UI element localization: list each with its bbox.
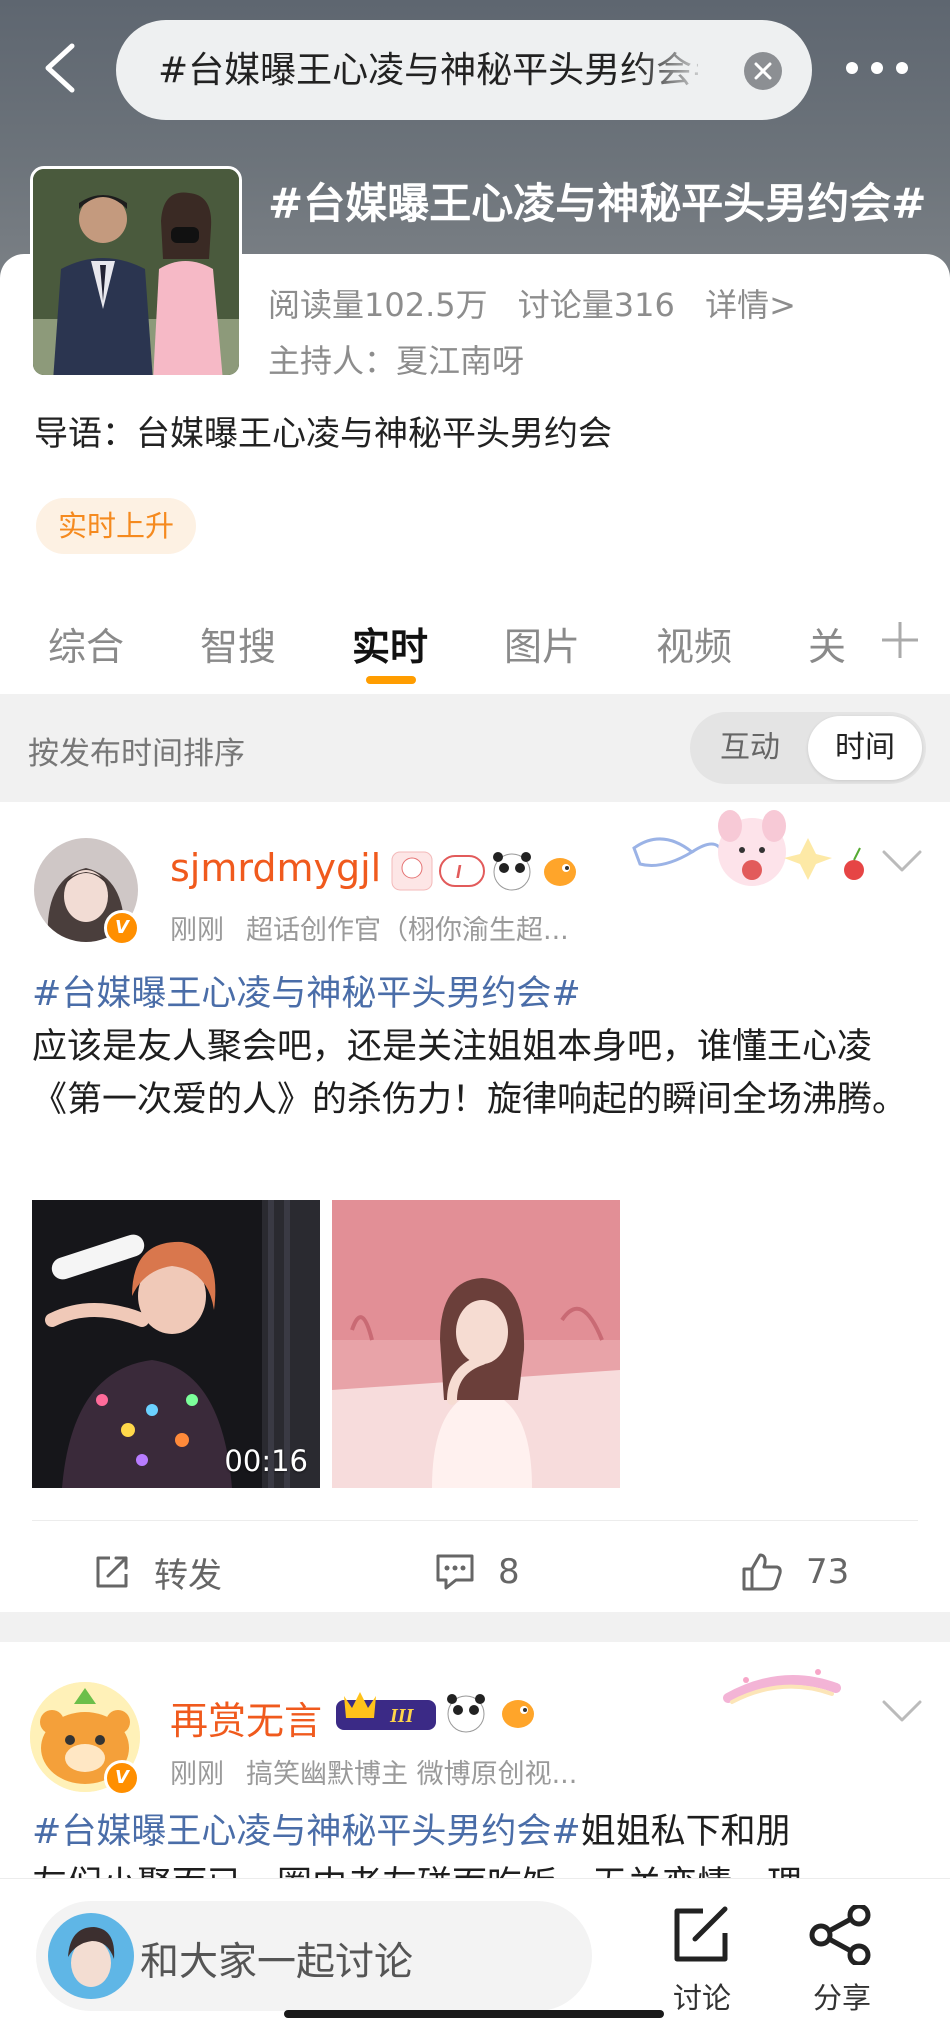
tab-realtime[interactable]: 实时 (352, 616, 428, 671)
search-input[interactable]: #台媒曝王心凌与神秘平头男约会# (116, 20, 812, 120)
chevron-down-icon (882, 1700, 922, 1722)
tab-smart-search[interactable]: 智搜 (200, 616, 276, 671)
sort-option-time[interactable]: 时间 (808, 716, 922, 780)
avatar-image (48, 1913, 134, 1999)
clear-search-button[interactable] (744, 52, 782, 90)
bottom-bar: 和大家一起讨论 讨论 分享 (0, 1878, 950, 2023)
post-body: #台媒曝王心凌与神秘平头男约会# 应该是友人聚会吧，还是关注姐姐本身吧，谁懂王心… (32, 968, 922, 1127)
post-topic-link[interactable]: #台媒曝王心凌与神秘平头男约会# (32, 968, 922, 1021)
comment-button[interactable]: 8 (434, 1544, 520, 1600)
share-icon (809, 1903, 871, 1967)
decoration-sticker (632, 810, 864, 886)
sort-bar: 按发布时间排序 互动 时间 (0, 694, 950, 802)
decoration-sticker (723, 1669, 841, 1704)
topic-stats: 阅读量102.5万 讨论量316 详情> (268, 280, 816, 326)
video-duration: 00:16 (224, 1444, 308, 1478)
back-button[interactable] (36, 38, 86, 98)
verified-badge-icon: V (104, 910, 140, 946)
comment-count: 8 (498, 1552, 520, 1592)
post-divider (32, 1520, 918, 1521)
trending-badge: 实时上升 (36, 498, 197, 554)
share-label: 分享 (812, 1981, 871, 2015)
post-video-thumbnail[interactable]: 00:16 (32, 1200, 320, 1488)
post-card[interactable]: V 再赏无言 III 刚刚 搞笑幽默博主 微博原创视... #台媒曝王心凌与神秘平… (0, 1642, 950, 1882)
user-badges-icon: I (391, 851, 576, 891)
post-meta: 刚刚 超话创作官（栩你渝生超... (170, 908, 569, 947)
post-content: 应该是友人聚会吧，还是关注姐姐本身吧，谁懂王心凌《第一次爱的人》的杀伤力！旋律响… (32, 1027, 908, 1120)
more-dot-icon (896, 62, 908, 74)
post-image-thumbnail[interactable] (332, 1200, 620, 1488)
post-time: 刚刚 (170, 915, 224, 946)
discussion-placeholder: 和大家一起讨论 (140, 1940, 414, 1985)
active-tab-indicator (366, 676, 416, 684)
tab-images[interactable]: 图片 (504, 616, 580, 671)
post-topic-link[interactable]: #台媒曝王心凌与神秘平头男约会# (32, 1812, 581, 1852)
chevron-down-icon (882, 850, 922, 872)
post-card[interactable]: V sjmrdmygjl I 刚刚 超话创作官（栩你渝生超... #台媒曝王心凌与… (0, 802, 950, 1612)
post-menu-button[interactable] (880, 848, 924, 876)
post-menu-button[interactable] (880, 1698, 924, 1726)
sort-toggle[interactable]: 互动 时间 (690, 712, 926, 784)
more-options-button[interactable] (842, 52, 912, 82)
post-photo-image (332, 1200, 620, 1488)
verified-badge-icon: V (104, 1760, 140, 1796)
post-actions: 转发 8 73 (0, 1544, 950, 1600)
plus-icon (882, 622, 918, 658)
like-button[interactable]: 73 (740, 1544, 849, 1600)
post-meta: 刚刚 搞笑幽默博主 微博原创视... (170, 1752, 577, 1791)
comment-icon (436, 1554, 474, 1590)
post-source[interactable]: 搞笑幽默博主 微博原创视... (246, 1759, 577, 1790)
user-badges-icon: III (336, 1692, 534, 1733)
tab-bar: 综合 智搜 实时 图片 视频 关 (0, 596, 950, 694)
discuss-button[interactable]: 讨论 (662, 1905, 742, 2015)
thumbs-up-icon (742, 1553, 782, 1591)
topic-title: #台媒曝王心凌与神秘平头男约会# (268, 179, 927, 228)
search-text-fade (636, 40, 726, 100)
discuss-label: 讨论 (672, 1981, 731, 2015)
repost-button[interactable]: 转发 (92, 1544, 222, 1600)
topic-host[interactable]: 主持人：夏江南呀 (268, 336, 524, 382)
back-arrow-icon (45, 43, 75, 93)
home-indicator (284, 2010, 664, 2018)
search-query-text: #台媒曝王心凌与神秘平头男约会# (158, 50, 698, 91)
repost-icon (96, 1556, 128, 1588)
discussion-input[interactable]: 和大家一起讨论 (36, 1901, 592, 2011)
tab-comprehensive[interactable]: 综合 (48, 616, 124, 671)
post-username[interactable]: sjmrdmygjl (170, 846, 381, 890)
details-link[interactable]: 详情> (705, 286, 796, 324)
svg-text:III: III (389, 1705, 415, 1727)
like-count: 73 (806, 1552, 850, 1592)
share-button[interactable]: 分享 (802, 1903, 882, 2015)
post-time: 刚刚 (170, 1759, 224, 1790)
sort-option-interaction[interactable]: 互动 (698, 712, 802, 784)
more-dot-icon (871, 62, 883, 74)
sort-label: 按发布时间排序 (28, 736, 245, 772)
topic-cover-illustration (33, 169, 239, 375)
post-source[interactable]: 超话创作官（栩你渝生超... (246, 915, 569, 946)
tab-follow[interactable]: 关 (808, 616, 846, 671)
topic-cover-image[interactable] (30, 166, 242, 378)
close-icon (754, 62, 772, 80)
post-content-start: 姐姐私下和朋 (580, 1812, 791, 1852)
read-count: 阅读量102.5万 (268, 286, 488, 324)
my-avatar (48, 1913, 134, 1999)
more-dot-icon (846, 62, 858, 74)
edit-icon (674, 1906, 728, 1962)
post-body: #台媒曝王心凌与神秘平头男约会#姐姐私下和朋 友们小聚而已，圈内老友碰面吃饭，无… (32, 1806, 922, 1882)
post-username[interactable]: 再赏无言 (170, 1690, 322, 1745)
tab-videos[interactable]: 视频 (656, 616, 732, 671)
discussion-count: 讨论量316 (517, 286, 675, 324)
add-tab-button[interactable] (880, 620, 920, 660)
repost-label: 转发 (154, 1555, 222, 1596)
topic-lead: 导语：台媒曝王心凌与神秘平头男约会 (34, 414, 612, 454)
